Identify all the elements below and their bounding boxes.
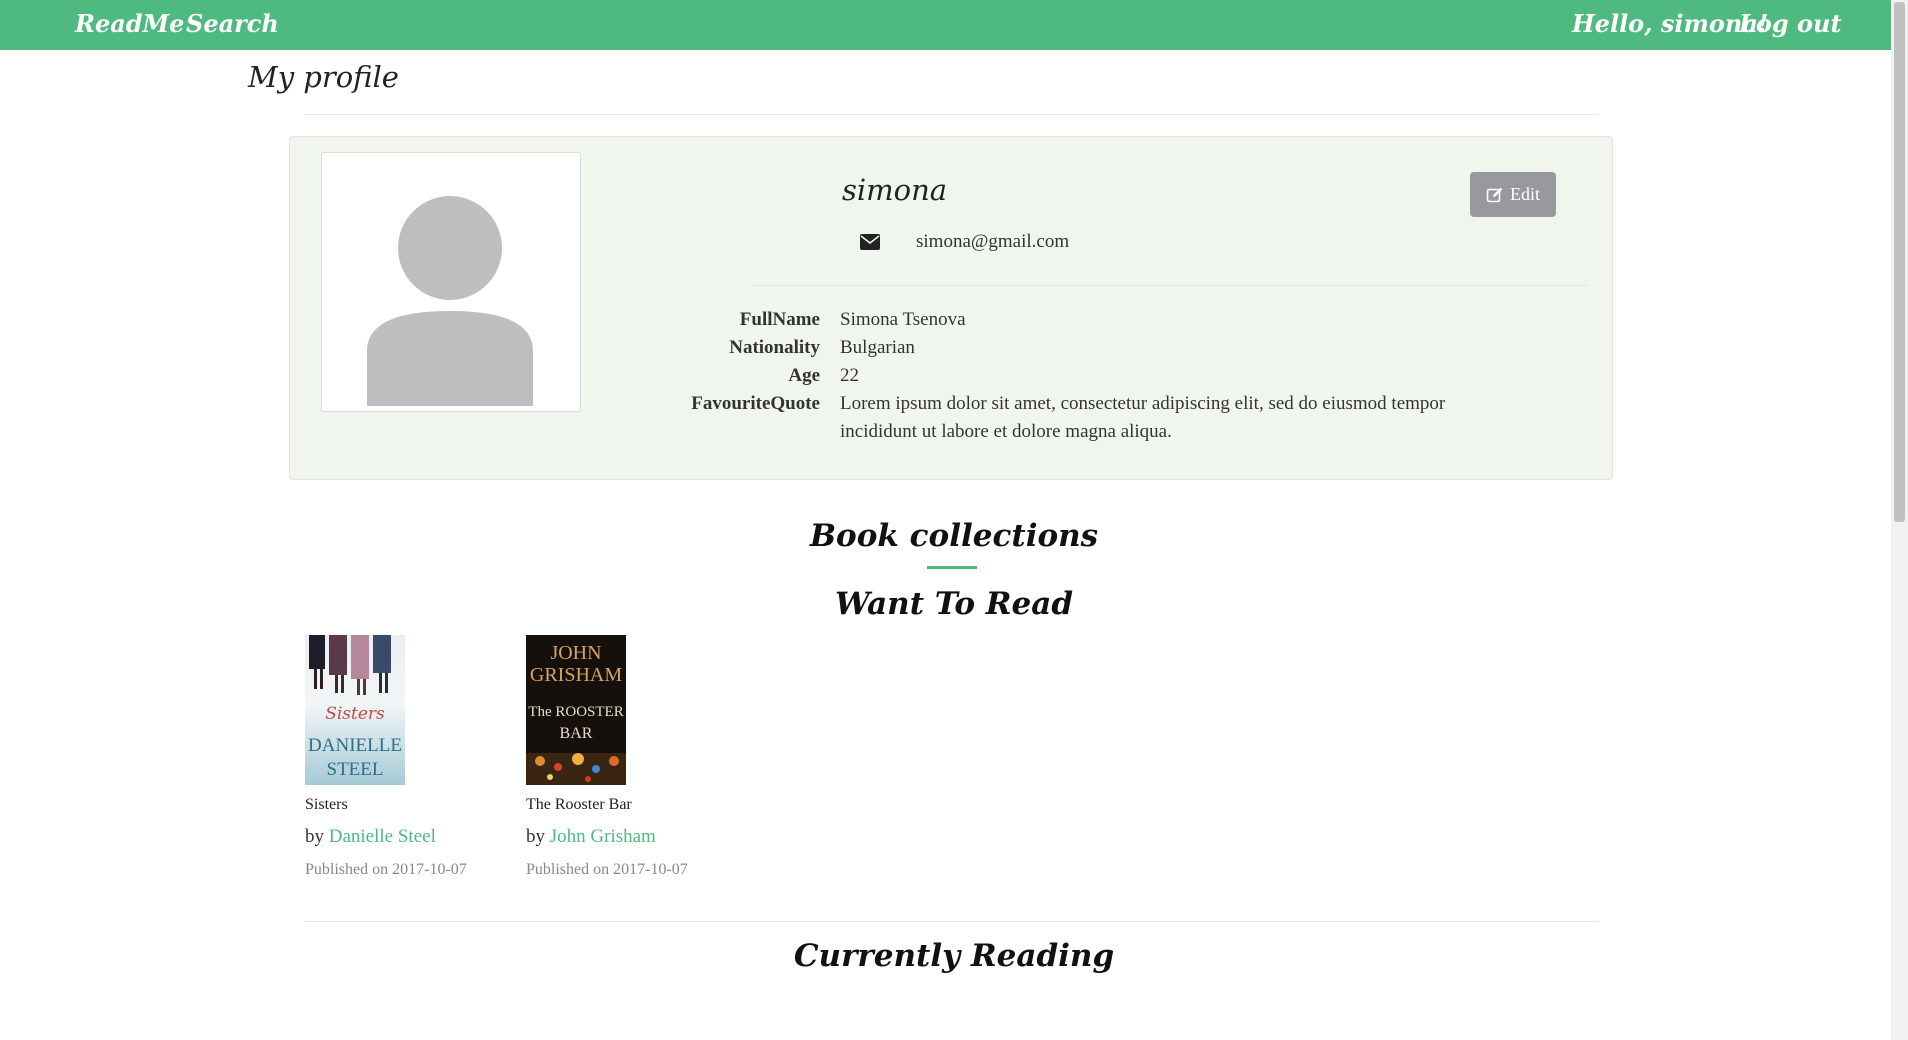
profile-email: simona@gmail.com — [916, 231, 1070, 252]
detail-row-nationality: Nationality Bulgarian — [670, 334, 1480, 362]
by-label: by — [526, 826, 545, 847]
book-cover[interactable]: JOHN GRISHAM The ROOSTER BAR — [526, 635, 626, 785]
detail-key: FullName — [739, 309, 820, 330]
brand-link[interactable]: ReadMe — [75, 9, 184, 38]
detail-row-favourite-quote: FavouriteQuote Lorem ipsum dolor sit ame… — [670, 390, 1480, 446]
author-link[interactable]: John Grisham — [550, 826, 656, 847]
scrollbar-thumb[interactable] — [1894, 2, 1905, 522]
detail-row-fullname: FullName Simona Tsenova — [670, 306, 1480, 334]
book-author-line: by Danielle Steel — [305, 826, 505, 848]
detail-value: 22 — [840, 365, 859, 386]
profile-details: FullName Simona Tsenova Nationality Bulg… — [670, 306, 1480, 446]
detail-key: Nationality — [729, 337, 820, 358]
book-card: Sisters DANIELLE STEEL Sisters by Daniel… — [305, 635, 505, 879]
cover-author-text: JOHN — [550, 642, 601, 664]
navbar: ReadMe Search Hello, simona! Log out — [0, 0, 1908, 50]
cover-title-text: The ROOSTER — [528, 704, 623, 720]
user-placeholder-icon — [367, 196, 533, 406]
edit-icon — [1486, 187, 1503, 202]
want-to-read-title: Want To Read — [834, 586, 1074, 622]
detail-value: Bulgarian — [840, 337, 915, 358]
currently-reading-title: Currently Reading — [793, 938, 1115, 974]
book-cover-image: JOHN GRISHAM The ROOSTER BAR — [526, 635, 626, 785]
divider — [305, 921, 1598, 922]
book-card: JOHN GRISHAM The ROOSTER BAR The Rooster… — [526, 635, 726, 879]
email-row: simona@gmail.com — [860, 227, 1069, 257]
profile-card: simona Edit simona@gmail.com FullName Si… — [289, 136, 1613, 480]
cover-author-text: GRISHAM — [530, 664, 622, 686]
cover-author-text: DANIELLE — [308, 735, 402, 756]
by-label: by — [305, 826, 324, 847]
book-cover-image: Sisters DANIELLE STEEL — [305, 635, 405, 785]
logout-link[interactable]: Log out — [1739, 9, 1842, 38]
profile-username: simona — [842, 173, 948, 207]
detail-key: FavouriteQuote — [691, 393, 820, 414]
edit-button-label: Edit — [1510, 184, 1540, 204]
divider — [305, 114, 1598, 115]
book-title: The Rooster Bar — [526, 796, 632, 813]
detail-value: Lorem ipsum dolor sit amet, consectetur … — [840, 393, 1446, 442]
edit-profile-button[interactable]: Edit — [1470, 172, 1556, 217]
divider — [752, 285, 1587, 286]
collections-title: Book collections — [809, 518, 1099, 554]
envelope-icon — [860, 234, 880, 250]
page-title: My profile — [248, 60, 399, 94]
search-link[interactable]: Search — [186, 9, 279, 38]
author-link[interactable]: Danielle Steel — [329, 826, 436, 847]
accent-divider — [927, 566, 977, 569]
cover-author-text: STEEL — [327, 759, 384, 780]
book-published-date: Published on 2017-10-07 — [526, 861, 688, 878]
book-author-line: by John Grisham — [526, 826, 726, 848]
avatar — [321, 152, 581, 412]
detail-value: Simona Tsenova — [840, 309, 966, 330]
book-published-date: Published on 2017-10-07 — [305, 861, 467, 878]
detail-row-age: Age 22 — [670, 362, 1480, 390]
book-title: Sisters — [305, 796, 348, 813]
cover-title-text: BAR — [560, 725, 593, 742]
detail-key: Age — [788, 365, 820, 386]
book-cover[interactable]: Sisters DANIELLE STEEL — [305, 635, 405, 785]
cover-title-text: Sisters — [325, 704, 385, 724]
